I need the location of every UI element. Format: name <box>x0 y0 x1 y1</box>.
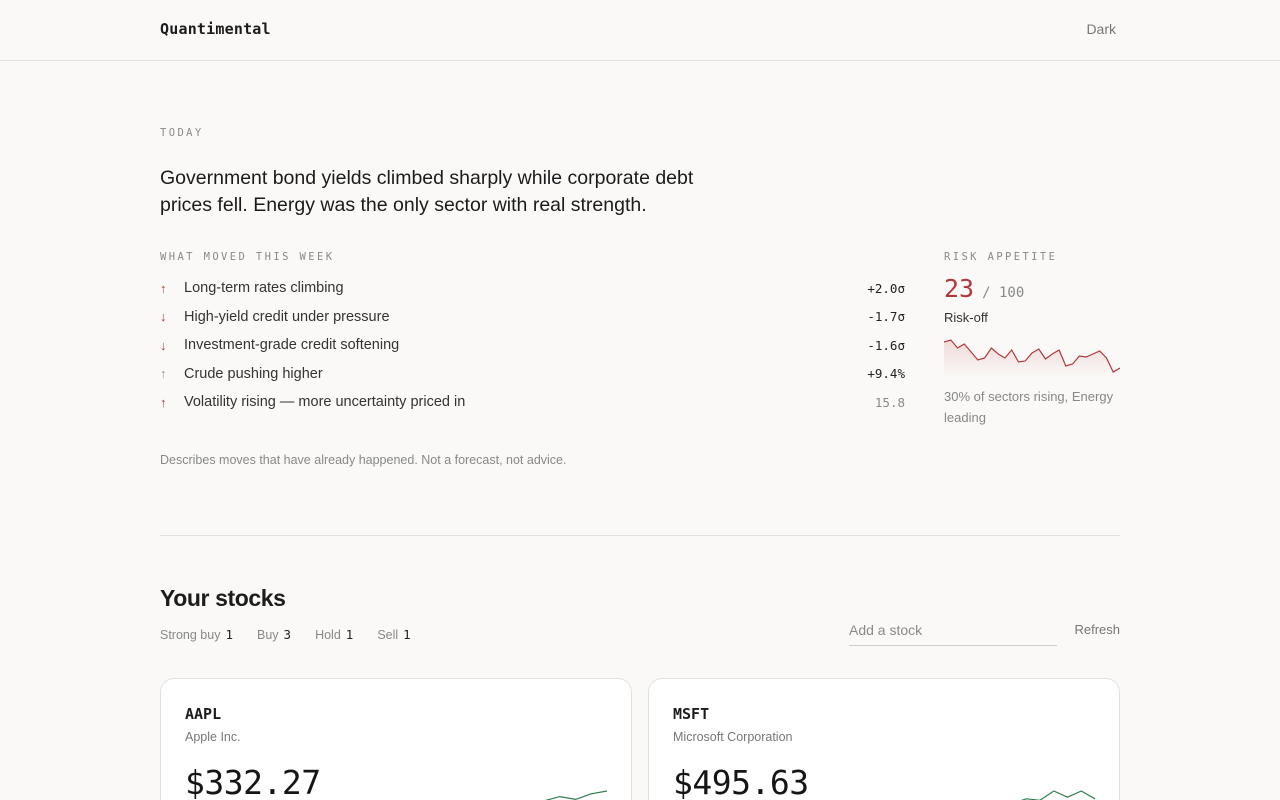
disclaimer-text: Describes moves that have already happen… <box>160 453 567 467</box>
move-item: ↑ Long-term rates climbing +2.0σ <box>160 274 905 303</box>
stock-ticker: AAPL <box>185 705 222 723</box>
move-item: ↑ Crude pushing higher +9.4% <box>160 360 905 389</box>
dark-mode-toggle[interactable]: Dark <box>1086 21 1116 37</box>
risk-appetite-label: RISK APPETITE <box>944 251 1058 263</box>
stock-company: Apple Inc. <box>185 730 241 744</box>
refresh-button[interactable]: Refresh <box>1074 622 1120 637</box>
rating-count: 1 <box>225 627 233 642</box>
move-value: -1.6σ <box>867 337 905 353</box>
section-divider <box>160 535 1120 536</box>
stock-ticker: MSFT <box>673 705 710 723</box>
rating-filter-hold[interactable]: Hold 1 <box>315 627 353 642</box>
stocks-title: Your stocks <box>160 585 286 611</box>
rating-filter-buy[interactable]: Buy 3 <box>257 627 291 642</box>
risk-score-max: / 100 <box>982 285 1025 301</box>
rating-filter-strong-buy[interactable]: Strong buy 1 <box>160 627 233 642</box>
move-item: ↑ Volatility rising — more uncertainty p… <box>160 388 905 417</box>
add-stock-input[interactable] <box>849 614 1057 646</box>
arrow-down-icon: ↓ <box>160 337 167 353</box>
rating-count: 3 <box>283 627 292 642</box>
move-label: Crude pushing higher <box>184 365 323 382</box>
arrow-up-icon: ↑ <box>160 366 167 382</box>
risk-score-value: 23 <box>944 274 975 303</box>
move-label: Investment-grade credit softening <box>184 337 400 354</box>
move-value: +2.0σ <box>867 280 905 296</box>
risk-score: 23 / 100 <box>944 274 1024 303</box>
top-bar: Quantimental Dark <box>0 0 1280 61</box>
stock-price: $332.27 <box>185 763 321 800</box>
move-label: High-yield credit under pressure <box>184 308 390 325</box>
sparkline-line <box>544 790 608 800</box>
stock-sparkline <box>1020 790 1096 800</box>
move-item: ↓ High-yield credit under pressure -1.7σ <box>160 303 905 332</box>
arrow-up-icon: ↑ <box>160 280 167 296</box>
today-label: TODAY <box>160 127 204 139</box>
sparkline-area <box>944 340 1120 378</box>
rating-count: 1 <box>403 627 411 642</box>
move-label: Volatility rising — more uncertainty pri… <box>184 394 466 411</box>
rating-label: Sell <box>377 628 399 642</box>
stock-card-msft[interactable]: MSFT Microsoft Corporation $495.63 <box>648 678 1120 800</box>
rating-label: Buy <box>257 628 279 642</box>
risk-note: 30% of sectors rising, Energy leading <box>944 389 1114 425</box>
move-value: +9.4% <box>867 366 905 382</box>
move-value: 15.8 <box>874 394 905 410</box>
risk-sparkline <box>944 339 1120 378</box>
rating-filter-sell[interactable]: Sell 1 <box>377 627 410 642</box>
arrow-down-icon: ↓ <box>160 309 167 325</box>
rating-label: Hold <box>315 628 341 642</box>
move-value: -1.7σ <box>867 309 905 325</box>
stock-price: $495.63 <box>673 763 809 800</box>
moves-list: ↑ Long-term rates climbing +2.0σ ↓ High-… <box>160 274 905 417</box>
rating-count: 1 <box>345 627 354 642</box>
brand-logo[interactable]: Quantimental <box>160 20 271 38</box>
rating-label: Strong buy <box>160 628 221 642</box>
daily-headline: Government bond yields climbed sharply w… <box>160 167 694 216</box>
arrow-up-icon: ↑ <box>160 394 167 410</box>
sparkline-line <box>1020 790 1096 800</box>
stock-sparkline <box>544 790 608 800</box>
move-item: ↓ Investment-grade credit softening -1.6… <box>160 331 905 360</box>
rating-filters: Strong buy 1 Buy 3 Hold 1 Sell 1 <box>160 627 411 642</box>
stock-company: Microsoft Corporation <box>673 730 793 744</box>
move-label: Long-term rates climbing <box>184 280 344 297</box>
stock-card-aapl[interactable]: AAPL Apple Inc. $332.27 <box>160 678 632 800</box>
moves-section-label: WHAT MOVED THIS WEEK <box>160 251 335 263</box>
risk-state-label: Risk-off <box>944 310 988 325</box>
